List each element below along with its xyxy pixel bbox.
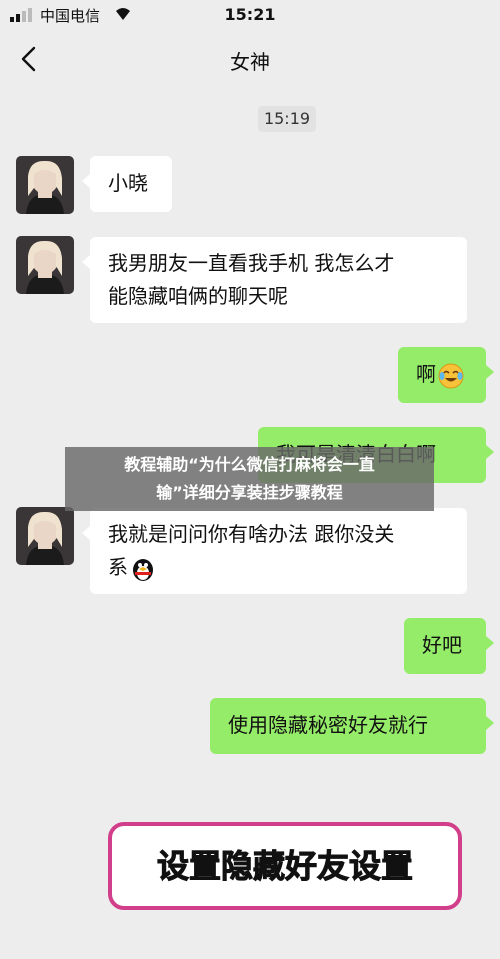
chat-title: 女神	[230, 50, 270, 74]
contact-avatar[interactable]	[16, 236, 74, 294]
status-bar: 中国电信 15:21	[0, 0, 500, 30]
overlay-banner: 教程辅助“为什么微信打麻将会一直 输”详细分享装挂步骤教程	[65, 447, 434, 511]
message-bubble-incoming[interactable]: 我就是问问你有啥办法 跟你没关 系	[82, 508, 467, 594]
chat-timestamp: 15:19	[258, 106, 316, 132]
avatar-photo	[16, 156, 74, 214]
message-text: 使用隐藏秘密好友就行	[228, 713, 428, 737]
avatar-photo	[16, 236, 74, 294]
message-text-line: 我就是问问你有啥办法 跟你没关	[108, 522, 395, 546]
contact-avatar[interactable]	[16, 156, 74, 214]
message-text: 啊	[416, 362, 436, 386]
message-bubble-outgoing[interactable]: 好吧	[404, 618, 494, 674]
caption-box: 设置隐藏好友设置	[108, 822, 462, 910]
contact-avatar[interactable]	[16, 507, 74, 565]
message-bubble-incoming[interactable]: 小晓	[82, 156, 172, 212]
penguin-emoji-icon	[133, 558, 153, 581]
chat-header: 女神	[0, 30, 500, 88]
message-text: 好吧	[422, 633, 462, 657]
message-bubble-outgoing[interactable]: 使用隐藏秘密好友就行	[210, 698, 494, 754]
message-text: 小晓	[108, 171, 148, 195]
caption-text: 设置隐藏好友设置	[156, 847, 413, 886]
message-bubble-outgoing[interactable]: 啊	[398, 347, 494, 403]
message-text-line: 系	[108, 555, 128, 579]
overlay-line: 教程辅助“为什么微信打麻将会一直	[124, 455, 375, 474]
crying-laughing-emoji-icon	[438, 363, 464, 388]
status-time: 15:21	[224, 5, 276, 24]
overlay-line: 输”详细分享装挂步骤教程	[156, 483, 343, 502]
message-text-line: 我男朋友一直看我手机 我怎么才	[108, 251, 395, 275]
message-bubble-incoming[interactable]: 我男朋友一直看我手机 我怎么才 能隐藏咱俩的聊天呢	[82, 237, 467, 323]
message-text-line: 能隐藏咱俩的聊天呢	[108, 284, 288, 308]
avatar-photo	[16, 507, 74, 565]
